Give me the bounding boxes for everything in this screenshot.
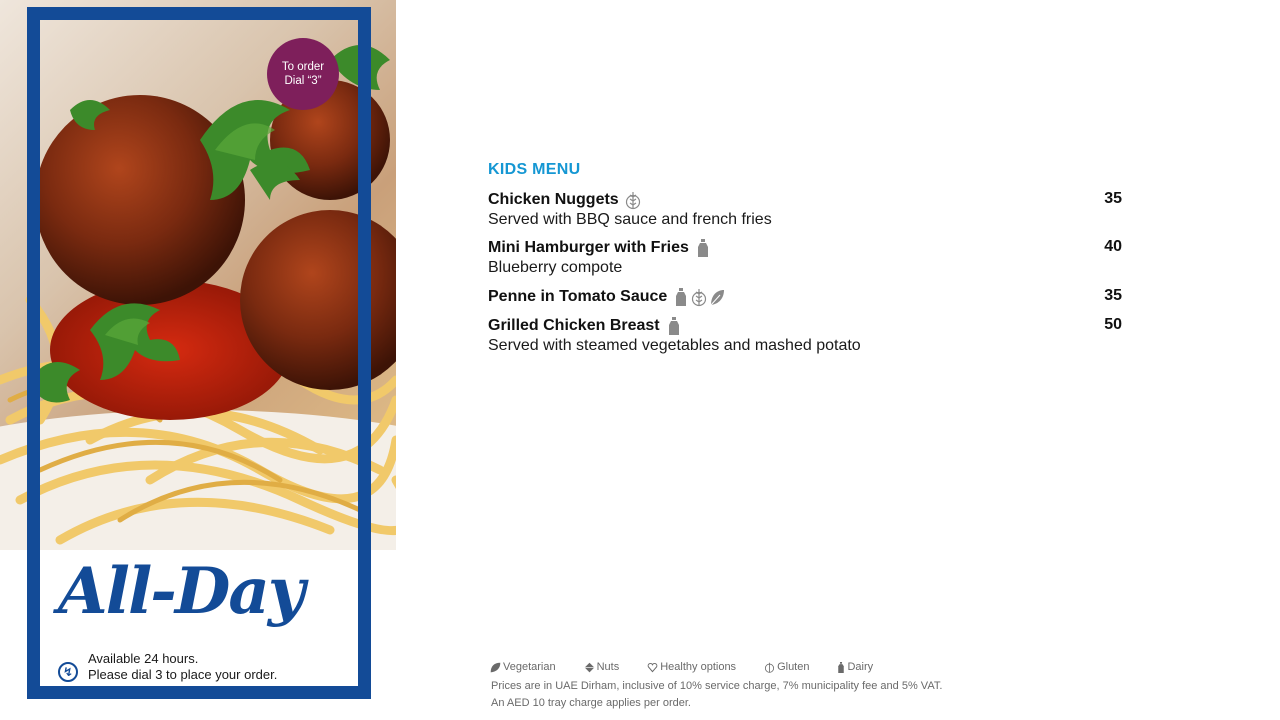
availability-line-2: Please dial 3 to place your order. [88, 667, 278, 682]
badge-line-1: To order [281, 61, 325, 73]
menu-item: Grilled Chicken Breast Served with steam… [488, 316, 1128, 356]
dairy-icon [673, 287, 689, 307]
legend-vegetarian: Vegetarian [490, 661, 556, 673]
gluten-icon [691, 287, 707, 307]
legend-healthy: Healthy options [647, 661, 736, 673]
menu-item-name: Mini Hamburger with Fries [488, 239, 689, 256]
menu-item-price: 35 [1104, 190, 1122, 207]
price-note: Prices are in UAE Dirham, inclusive of 1… [491, 680, 943, 692]
menu-item-name: Grilled Chicken Breast [488, 317, 660, 334]
dairy-icon [695, 238, 711, 258]
menu-title: KIDS MENU [488, 161, 581, 178]
availability-line-1: Available 24 hours. [88, 651, 199, 666]
menu-item-desc: Served with steamed vegetables and mashe… [488, 337, 861, 354]
nuts-icon [584, 662, 594, 672]
menu-item-price: 35 [1104, 287, 1122, 304]
dietary-legend: Vegetarian Nuts Healthy options Gluten D… [490, 661, 873, 673]
menu-item-desc: Blueberry compote [488, 259, 623, 276]
menu-item-price: 50 [1104, 316, 1122, 333]
menu-item-name: Penne in Tomato Sauce [488, 288, 668, 305]
menu-item-price: 40 [1104, 238, 1122, 255]
phone-dial-icon: ↯ [58, 662, 78, 682]
legend-nuts-label: Nuts [596, 661, 620, 673]
legend-healthy-label: Healthy options [660, 661, 737, 673]
gluten-icon [765, 662, 775, 673]
legend-gluten: Gluten [764, 661, 809, 673]
legend-dairy: Dairy [837, 661, 873, 673]
gluten-icon [625, 190, 641, 210]
tray-charge-note: An AED 10 tray charge applies per order. [491, 697, 691, 709]
menu-item: Chicken Nuggets Served with BBQ sauce an… [488, 190, 1128, 230]
legend-gluten-label: Gluten [777, 661, 810, 673]
vegetarian-icon [709, 287, 725, 307]
to-order-badge: To order Dial “3” [267, 38, 339, 110]
heart-icon [647, 662, 658, 672]
menu-item-desc: Served with BBQ sauce and french fries [488, 211, 772, 228]
all-day-title: All-Day [58, 554, 305, 629]
menu-item-name: Chicken Nuggets [488, 191, 619, 208]
legend-nuts: Nuts [584, 661, 620, 673]
badge-line-2: Dial “3” [284, 75, 322, 87]
dairy-icon [838, 661, 845, 673]
vegetarian-icon [490, 662, 501, 672]
legend-vegetarian-label: Vegetarian [503, 661, 556, 673]
menu-item: Mini Hamburger with Fries Blueberry comp… [488, 238, 1128, 278]
menu-item: Penne in Tomato Sauce 35 [488, 287, 1128, 307]
legend-dairy-label: Dairy [847, 661, 874, 673]
dairy-icon [666, 316, 682, 336]
availability-block: ↯ Available 24 hours. Please dial 3 to p… [58, 650, 277, 683]
